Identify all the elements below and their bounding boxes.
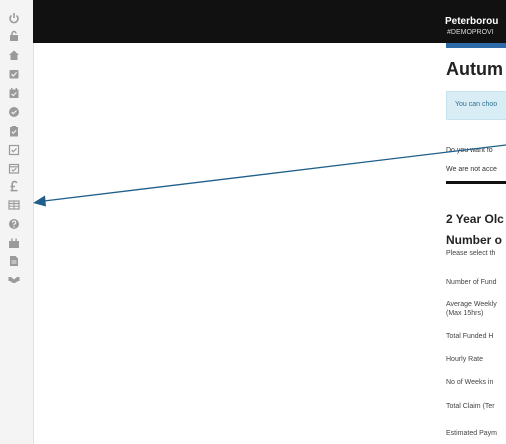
home-icon[interactable] bbox=[8, 49, 20, 61]
power-icon[interactable] bbox=[8, 12, 20, 24]
info-alert-text: You can choo bbox=[455, 101, 498, 108]
section-divider bbox=[446, 181, 506, 184]
row-label-hourly-rate: Hourly Rate bbox=[446, 356, 483, 363]
sidebar bbox=[0, 0, 34, 444]
row-label-estimated-payment: Estimated Paym bbox=[446, 430, 497, 437]
question-text: Do you want fo bbox=[446, 147, 493, 154]
row-label-weeks: No of Weeks in bbox=[446, 379, 494, 386]
pound-icon[interactable] bbox=[8, 180, 20, 192]
row-label-funded: Number of Fund bbox=[446, 279, 497, 286]
top-navbar bbox=[33, 0, 506, 43]
table-icon[interactable] bbox=[8, 199, 20, 211]
clipboard-icon[interactable] bbox=[8, 125, 20, 137]
document-icon[interactable] bbox=[8, 255, 20, 267]
calendar-check-icon[interactable] bbox=[8, 87, 20, 99]
annotation-arrow-line bbox=[43, 144, 506, 202]
row-label-total-funded: Total Funded H bbox=[446, 333, 494, 340]
help-icon[interactable] bbox=[8, 218, 20, 230]
active-tab-indicator[interactable] bbox=[446, 43, 506, 48]
row-label-total-claim: Total Claim (Ter bbox=[446, 403, 495, 410]
annotation-arrow bbox=[33, 144, 506, 207]
notice-text: We are not acce bbox=[446, 166, 497, 173]
row-label-avg-weekly: Average Weekly (Max 15hrs) bbox=[446, 301, 497, 317]
subsection-title: Number o bbox=[446, 233, 503, 247]
calendar-icon[interactable] bbox=[8, 162, 20, 174]
page-title: Autum bbox=[446, 59, 503, 79]
briefcase-icon[interactable] bbox=[8, 237, 20, 249]
annotation-arrow-head bbox=[33, 195, 46, 207]
organisation-code: #DEMOPROVI bbox=[447, 29, 494, 36]
organisation-name: Peterborou bbox=[445, 16, 499, 27]
handshake-icon[interactable] bbox=[8, 273, 20, 285]
lock-icon[interactable] bbox=[8, 30, 20, 42]
section-title: 2 Year Olc bbox=[446, 212, 504, 226]
inbox-icon[interactable] bbox=[8, 68, 20, 80]
section-description: Please select th bbox=[446, 250, 496, 257]
check-circle-icon[interactable] bbox=[8, 106, 20, 118]
checkbox-icon[interactable] bbox=[8, 144, 20, 156]
